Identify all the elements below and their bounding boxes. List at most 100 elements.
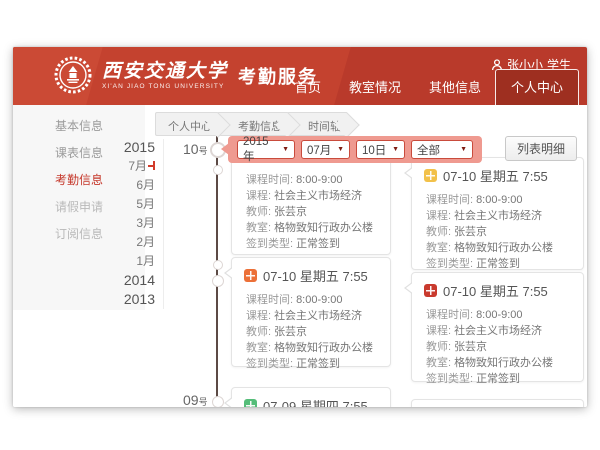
- field-label: 签到类型:: [246, 238, 293, 250]
- field-label: 教师:: [246, 206, 271, 218]
- day-label-09: 09号: [183, 392, 208, 407]
- sidebar-item-basic-info[interactable]: 基本信息: [13, 113, 145, 140]
- card-title: 07-10 星期五 7:55: [263, 266, 368, 285]
- field-value: 格物致知行政办公楼: [274, 342, 373, 354]
- timeline-node: [213, 260, 223, 270]
- field-value: 8:00-9:00: [296, 294, 342, 306]
- breadcrumb-personal-center[interactable]: 个人中心: [155, 112, 218, 136]
- field-label: 课程:: [426, 210, 451, 222]
- field-label: 课程时间:: [426, 194, 473, 206]
- field-value: 社会主义市场经济: [274, 310, 362, 322]
- field-value: 张芸京: [454, 341, 487, 353]
- day-select-value: 10日: [362, 142, 386, 158]
- attendance-card: 07-10 星期五 7:55 课程时间:8:00-9:00 课程:社会主义市场经…: [231, 257, 391, 367]
- timeline-month-jun[interactable]: 6月: [103, 176, 155, 195]
- nav-item-classrooms[interactable]: 教室情况: [335, 70, 415, 105]
- attendance-card: 课程时间:8:00-9:00 课程:社会主义市场经济 教师:张芸京 教室:格物致…: [231, 149, 391, 255]
- month-select-value: 07月: [307, 142, 331, 158]
- field-value: 社会主义市场经济: [454, 325, 542, 337]
- breadcrumb: 个人中心 考勤信息 时间轴: [155, 112, 347, 136]
- app-window: 西安交通大学 XI'AN JIAO TONG UNIVERSITY 考勤服务 张…: [13, 47, 587, 407]
- university-name-cn: 西安交通大学: [102, 60, 228, 82]
- field-label: 课程:: [246, 190, 271, 202]
- app-header: 西安交通大学 XI'AN JIAO TONG UNIVERSITY 考勤服务 张…: [13, 47, 587, 105]
- month-select[interactable]: 07月 ▼: [301, 140, 350, 159]
- field-value: 8:00-9:00: [296, 174, 342, 186]
- date-filter-bar: 2015年▼ 07月▼ 10日▼ 全部▼: [228, 136, 482, 163]
- field-value: 张芸京: [454, 226, 487, 238]
- field-label: 课程时间:: [246, 294, 293, 306]
- selected-month-marker: [148, 160, 155, 170]
- timeline-month-jan[interactable]: 1月: [103, 252, 155, 271]
- main-nav: 首页 教室情况 其他信息 个人中心: [281, 69, 579, 105]
- timeline-year-2015[interactable]: 2015: [103, 138, 155, 157]
- day-select[interactable]: 10日 ▼: [356, 140, 405, 159]
- field-value: 正常签到: [296, 238, 340, 250]
- course-type-icon: [424, 284, 437, 297]
- university-name-en: XI'AN JIAO TONG UNIVERSITY: [102, 83, 228, 90]
- timeline-node: [212, 396, 224, 407]
- field-label: 签到类型:: [426, 373, 473, 385]
- field-label: 签到类型:: [426, 258, 473, 270]
- year-select-value: 2015年: [243, 136, 277, 164]
- field-value: 格物致知行政办公楼: [454, 357, 553, 369]
- field-label: 教室:: [246, 222, 271, 234]
- timeline-month-feb[interactable]: 2月: [103, 233, 155, 252]
- caret-down-icon: ▼: [392, 146, 399, 153]
- field-label: 课程时间:: [246, 174, 293, 186]
- course-type-icon: [244, 399, 257, 407]
- timeline-month-jul[interactable]: 7月: [103, 157, 155, 176]
- field-value: 8:00-9:00: [476, 309, 522, 321]
- timeline-nav-divider: [163, 139, 164, 309]
- year-select[interactable]: 2015年▼: [237, 140, 295, 159]
- nav-item-other-info[interactable]: 其他信息: [415, 70, 495, 105]
- attendance-card-partial: [411, 399, 584, 407]
- field-value: 社会主义市场经济: [274, 190, 362, 202]
- type-select-value: 全部: [417, 142, 440, 158]
- university-name: 西安交通大学 XI'AN JIAO TONG UNIVERSITY: [102, 60, 228, 90]
- university-emblem-icon: [53, 55, 93, 95]
- brand: 西安交通大学 XI'AN JIAO TONG UNIVERSITY 考勤服务: [53, 55, 318, 95]
- timeline-year-2013[interactable]: 2013: [103, 290, 155, 309]
- field-label: 课程:: [246, 310, 271, 322]
- field-value: 格物致知行政办公楼: [274, 222, 373, 234]
- nav-item-home[interactable]: 首页: [281, 70, 335, 105]
- field-label: 签到类型:: [246, 358, 293, 370]
- course-type-icon: [424, 169, 437, 182]
- card-title: 07-10 星期五 7:55: [443, 281, 548, 300]
- timeline-node: [213, 165, 223, 175]
- timeline-spine: [216, 135, 218, 407]
- field-label: 教室:: [426, 357, 451, 369]
- timeline-nav: 2015 7月 6月 5月 3月 2月 1月 2014 2013: [103, 138, 155, 309]
- type-select[interactable]: 全部 ▼: [411, 140, 473, 159]
- timeline-month-may[interactable]: 5月: [103, 195, 155, 214]
- card-title: 07-09 星期四 7:55: [263, 396, 368, 407]
- field-value: 格物致知行政办公楼: [454, 242, 553, 254]
- field-value: 正常签到: [296, 358, 340, 370]
- field-label: 课程时间:: [426, 309, 473, 321]
- field-label: 教师:: [246, 326, 271, 338]
- field-value: 正常签到: [476, 258, 520, 270]
- timeline-month-label: 7月: [128, 159, 147, 173]
- day-label-10: 10号: [183, 141, 208, 157]
- field-label: 课程:: [426, 325, 451, 337]
- list-detail-button[interactable]: 列表明细: [505, 136, 577, 161]
- app-body: 基本信息 课表信息 考勤信息 请假申请 订阅信息 个人中心 考勤信息 时间轴 2…: [13, 105, 587, 407]
- field-value: 张芸京: [274, 206, 307, 218]
- timeline-node: [212, 275, 224, 287]
- field-value: 8:00-9:00: [476, 194, 522, 206]
- timeline-month-mar[interactable]: 3月: [103, 214, 155, 233]
- caret-down-icon: ▼: [337, 146, 344, 153]
- timeline-year-2014[interactable]: 2014: [103, 271, 155, 290]
- field-value: 社会主义市场经济: [454, 210, 542, 222]
- field-label: 教室:: [246, 342, 271, 354]
- course-type-icon: [244, 269, 257, 282]
- attendance-card: 07-10 星期五 7:55 课程时间:8:00-9:00 课程:社会主义市场经…: [411, 157, 584, 270]
- attendance-card-partial: 07-09 星期四 7:55: [231, 387, 391, 407]
- field-label: 教师:: [426, 341, 451, 353]
- field-value: 正常签到: [476, 373, 520, 385]
- caret-down-icon: ▼: [282, 146, 289, 153]
- nav-item-personal-center[interactable]: 个人中心: [495, 69, 579, 105]
- caret-down-icon: ▼: [460, 146, 467, 153]
- field-label: 教室:: [426, 242, 451, 254]
